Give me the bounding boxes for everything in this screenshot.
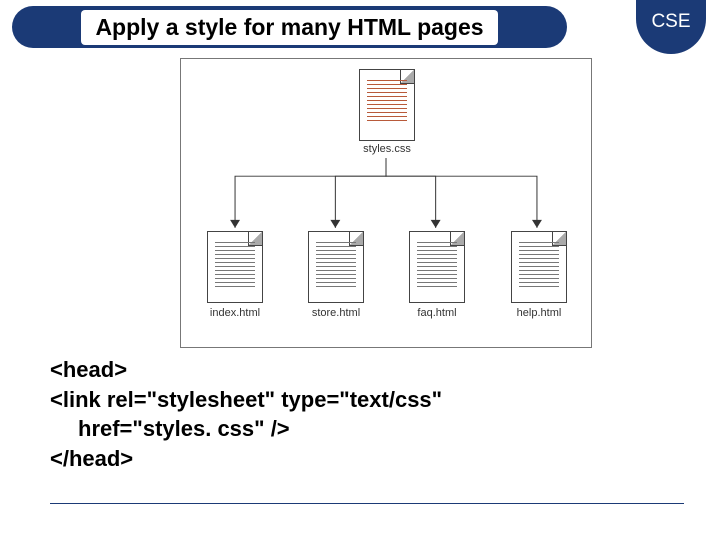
code-line-3: href="styles. css" /> [50,414,630,444]
file-label-index: index.html [195,307,275,319]
file-icon-index [207,231,263,303]
slide-title: Apply a style for many HTML pages [81,10,497,45]
title-pill: Apply a style for many HTML pages [12,6,567,48]
file-label-help: help.html [499,307,579,319]
code-line-2: <link rel="stylesheet" type="text/css" [50,385,630,415]
diagram-container: styles.css index.html store.html [180,58,592,348]
file-label-store: store.html [296,307,376,319]
file-icon-store [308,231,364,303]
code-snippet: <head> <link rel="stylesheet" type="text… [50,355,630,474]
code-line-1: <head> [50,355,630,385]
file-label-faq: faq.html [397,307,477,319]
file-icon-faq [409,231,465,303]
footer-divider [50,503,684,504]
code-line-4: </head> [50,444,630,474]
badge-text: CSE [651,11,690,32]
file-label-styles: styles.css [347,143,427,155]
file-icon-help [511,231,567,303]
course-badge: CSE [636,0,706,54]
file-icon-styles [359,69,415,141]
